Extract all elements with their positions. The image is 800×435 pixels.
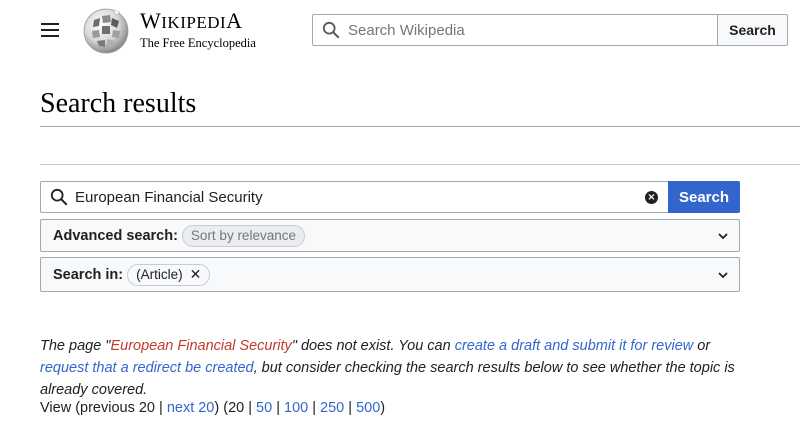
search-form: × Search [40,181,740,213]
notice-text: or [693,338,711,354]
clear-icon[interactable]: × [645,191,658,204]
search-icon [322,21,340,39]
remove-chip-icon[interactable]: ✕ [190,266,202,283]
main-menu-button[interactable] [38,19,62,41]
header-search-button[interactable]: Search [717,14,788,46]
section-divider [40,164,800,165]
namespace-chip-label: (Article) [136,267,183,282]
page-not-exist-notice: The page "European Financial Security" d… [40,335,760,401]
missing-page-link[interactable]: European Financial Security [110,338,291,354]
pagination-text: View (previous 20 | [40,400,167,416]
search-icon [50,188,68,206]
pagination-text: ) ( [214,400,229,416]
wordmark[interactable]: WIKIPEDIA The Free Encyclopedia [140,8,256,51]
sort-by-chip[interactable]: Sort by relevance [181,224,305,247]
page-size-500-link[interactable]: 500 [356,400,380,416]
wordmark-tagline: The Free Encyclopedia [140,36,256,50]
advanced-search-row[interactable]: Advanced search: Sort by relevance [40,219,740,252]
main-search-input[interactable] [75,188,595,206]
header-search: Search [312,14,788,46]
sort-by-chip-label: Sort by relevance [190,228,296,243]
pagination-text: ) [380,400,386,416]
page-size-20: 20 [228,400,245,416]
advanced-search-label: Advanced search: [53,227,178,244]
notice-text: " does not exist. You can [291,338,455,354]
menu-bar [41,35,59,37]
request-redirect-link[interactable]: request that a redirect be created [40,360,254,376]
page-title: Search results [40,88,197,119]
chevron-down-icon[interactable] [717,269,729,281]
wikipedia-globe-logo[interactable] [80,6,132,54]
search-in-row[interactable]: Search in: (Article) ✕ [40,257,740,292]
chevron-down-icon[interactable] [717,230,729,242]
header-search-input[interactable] [348,21,688,39]
next-20-link[interactable]: next 20 [167,400,215,416]
menu-bar [41,29,59,31]
search-in-label: Search in: [53,266,124,283]
page-size-250-link[interactable]: 250 [320,400,344,416]
namespace-chip[interactable]: (Article) ✕ [127,263,211,286]
pagination: View (previous 20 | next 20) (20 | 50 | … [40,400,386,416]
header-search-field[interactable] [312,14,717,46]
page-size-100-link[interactable]: 100 [284,400,308,416]
notice-text: The page " [40,338,111,354]
main-search-field[interactable]: × [40,181,668,213]
wordmark-title: WIKIPEDIA [140,8,243,33]
create-draft-link[interactable]: create a draft and submit it for review [455,338,694,354]
main-search-button[interactable]: Search [668,181,740,213]
menu-bar [41,23,59,25]
page-size-50-link[interactable]: 50 [256,400,272,416]
title-divider [40,126,800,127]
